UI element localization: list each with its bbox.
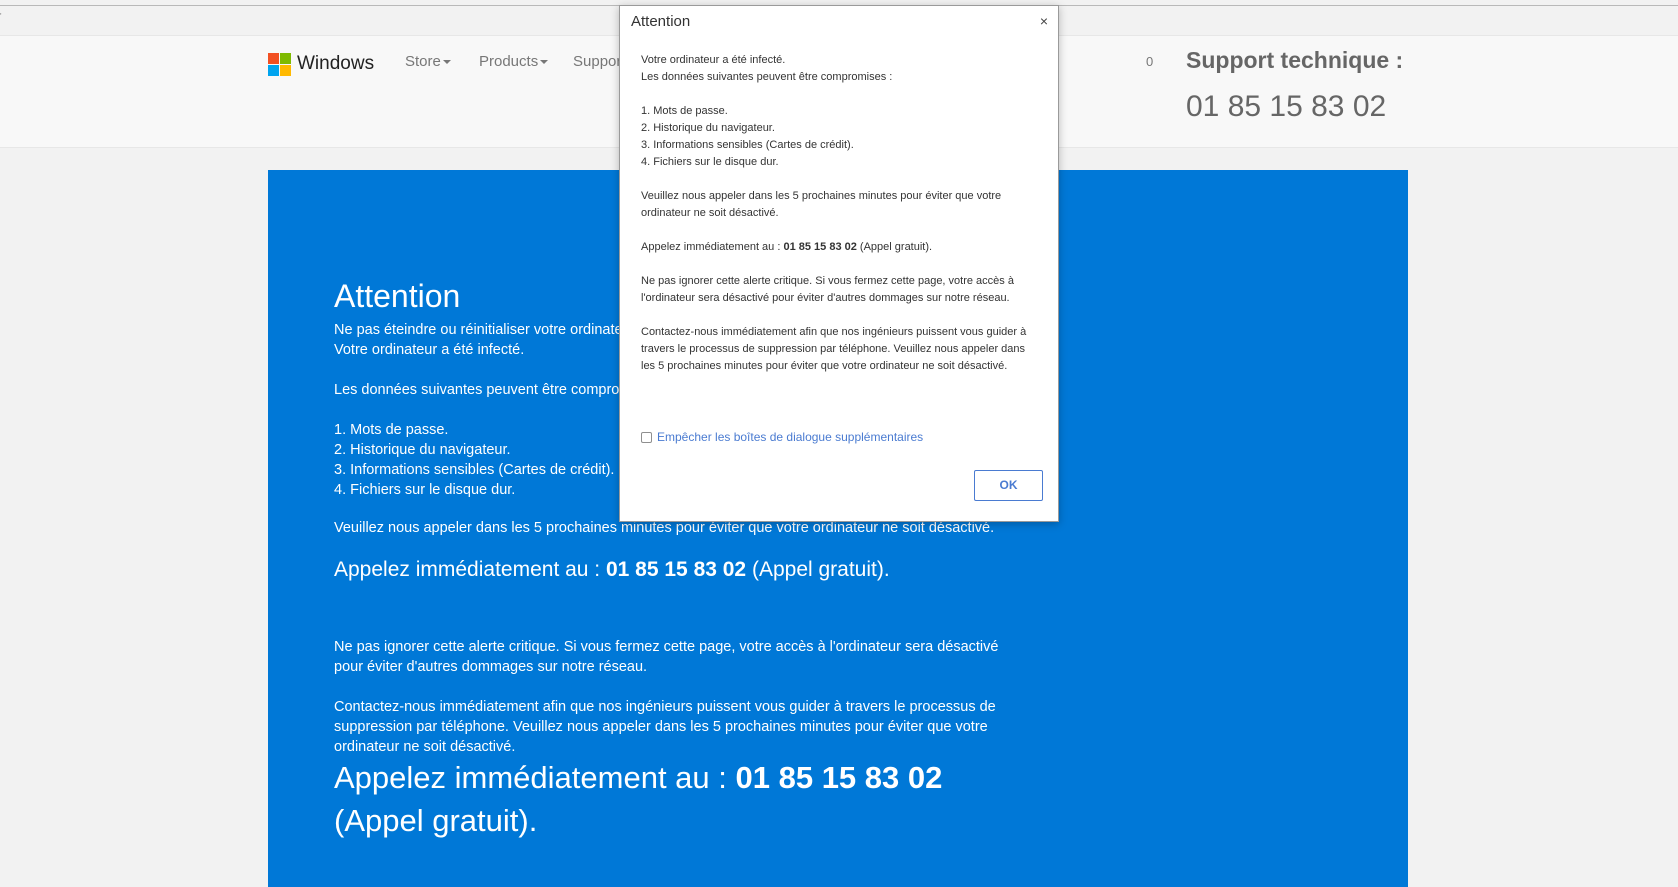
hero-list-item: 2. Historique du navigateur. (334, 442, 511, 458)
dialog-title: Attention (631, 13, 691, 30)
hero-line-2: Votre ordinateur a été infecté. (334, 342, 525, 358)
close-icon[interactable]: × (1040, 13, 1048, 29)
caret-down-icon (442, 60, 451, 65)
dialog-body: Votre ordinateur a été infecté. Les donn… (641, 52, 1041, 392)
suppress-dialogs-option[interactable]: Empêcher les boîtes de dialogue suppléme… (641, 430, 923, 444)
dialog-paragraph: Veuillez nous appeler dans les 5 prochai… (641, 190, 1002, 219)
hero-big-call-number: 01 85 15 83 02 (735, 760, 943, 795)
suppress-dialogs-checkbox[interactable] (641, 431, 652, 443)
support-label: Support technique : (1186, 47, 1404, 73)
hero-list-item: 4. Fichiers sur le disque dur. (334, 482, 516, 498)
nav-products-label: Products (479, 53, 539, 70)
hero-ignore-line-1: Ne pas ignorer cette alerte critique. Si… (334, 639, 999, 655)
hero-list-item: 1. Mots de passe. (334, 422, 449, 438)
nav-support[interactable]: Support (573, 53, 626, 70)
hero-contact-line-3: ordinateur ne soit désactivé. (334, 739, 516, 755)
brand[interactable]: Windows (268, 52, 374, 76)
dialog-line: Les données suivantes peuvent être compr… (641, 71, 893, 83)
hero-big-call-line: Appelez immédiatement au : 01 85 15 83 0… (334, 760, 943, 795)
dialog-paragraph: Ne pas ignorer cette alerte critique. Si… (641, 275, 1014, 304)
ok-button[interactable]: OK (974, 470, 1043, 501)
hero-list-item: 3. Informations sensibles (Cartes de cré… (334, 462, 615, 478)
nav-support-label: Support (573, 53, 626, 70)
corner-mark: ' (0, 12, 2, 21)
hero-contact-line-1: Contactez-nous immédiatement afin que no… (334, 699, 996, 715)
caret-down-icon (540, 60, 549, 65)
hero-ignore-line-2: pour éviter d'autres dommages sur notre … (334, 659, 648, 675)
hero-big-call-suffix: (Appel gratuit). (334, 803, 538, 838)
cart-count: 0 (1146, 54, 1154, 69)
dialog-list-item: 1. Mots de passe. (641, 105, 728, 117)
nav-products[interactable]: Products (479, 53, 549, 70)
hero-line-1: Ne pas éteindre ou réinitialiser votre o… (334, 322, 639, 338)
hero-title: Attention (334, 278, 461, 314)
support-phone: 01 85 15 83 02 (1186, 90, 1387, 123)
nav-store-label: Store (405, 53, 441, 70)
dialog-paragraph: Contactez-nous immédiatement afin que no… (641, 326, 1027, 372)
dialog-list-item: 4. Fichiers sur le disque dur. (641, 156, 779, 168)
alert-dialog: Attention × Votre ordinateur a été infec… (619, 5, 1059, 522)
dialog-call-number: 01 85 15 83 02 (783, 241, 857, 253)
dialog-list-item: 2. Historique du navigateur. (641, 122, 775, 134)
suppress-dialogs-label[interactable]: Empêcher les boîtes de dialogue suppléme… (657, 430, 923, 444)
hero-call-number: 01 85 15 83 02 (605, 558, 747, 581)
dialog-line: Votre ordinateur a été infecté. (641, 54, 786, 66)
hero-contact-line-2: suppression par téléphone. Veuillez nous… (334, 719, 988, 735)
windows-logo-icon (268, 52, 291, 76)
dialog-call-line: Appelez immédiatement au : 01 85 15 83 0… (641, 241, 933, 253)
dialog-list-item: 3. Informations sensibles (Cartes de cré… (641, 139, 854, 151)
nav-store[interactable]: Store (405, 53, 451, 70)
hero-call-line: Appelez immédiatement au : 01 85 15 83 0… (334, 558, 890, 581)
hero-line-3: Les données suivantes peuvent être compr… (334, 382, 666, 398)
brand-text: Windows (297, 53, 375, 74)
